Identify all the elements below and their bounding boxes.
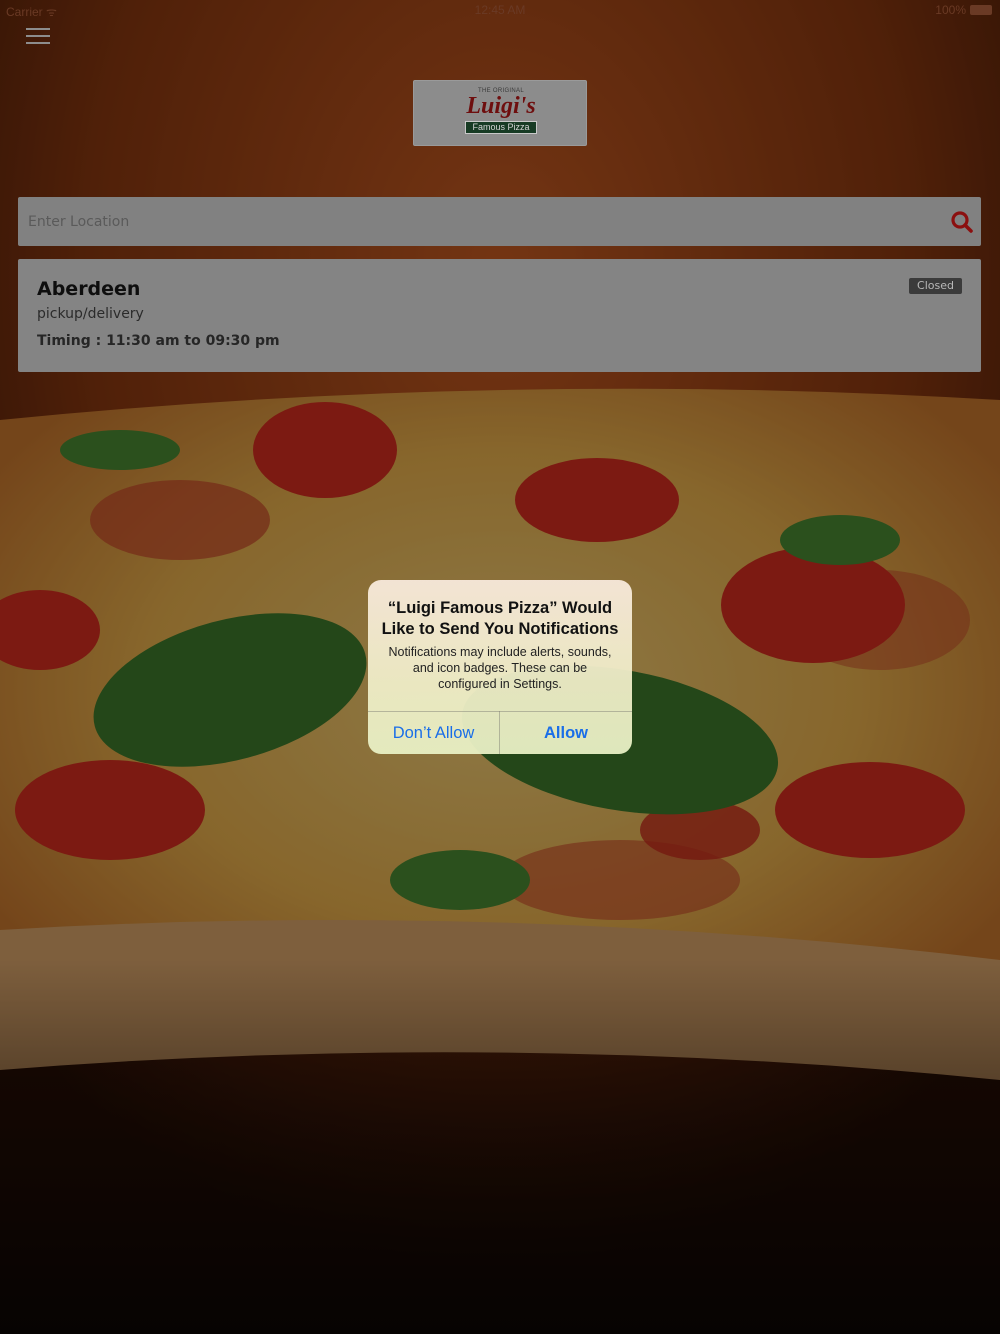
location-timing: Timing : 11:30 am to 09:30 pm xyxy=(37,333,280,349)
logo-tagline: Famous Pizza xyxy=(465,121,537,134)
dont-allow-button[interactable]: Don’t Allow xyxy=(368,712,499,754)
status-badge: Closed xyxy=(909,278,962,294)
battery-percent: 100% xyxy=(935,3,966,17)
location-search-bar xyxy=(18,197,981,246)
location-search-input[interactable] xyxy=(28,197,928,246)
status-bar: Carrier ᯤ 12:45 AM 100% xyxy=(0,0,1000,20)
hamburger-menu-icon[interactable] xyxy=(22,24,56,50)
location-service-type: pickup/delivery xyxy=(37,306,144,322)
location-card[interactable]: Aberdeen pickup/delivery Timing : 11:30 … xyxy=(18,259,981,372)
alert-title: “Luigi Famous Pizza” Would Like to Send … xyxy=(381,599,619,638)
alert-message: Notifications may include alerts, sounds… xyxy=(388,645,612,691)
notification-permission-alert: “Luigi Famous Pizza” Would Like to Send … xyxy=(368,580,632,754)
location-name: Aberdeen xyxy=(37,278,141,300)
logo-brand-text: Luigi's xyxy=(466,93,536,119)
battery-icon xyxy=(970,5,992,15)
allow-button[interactable]: Allow xyxy=(500,712,632,754)
search-icon[interactable] xyxy=(949,209,975,235)
clock: 12:45 AM xyxy=(474,3,526,17)
brand-logo: THE ORIGINAL Luigi's Famous Pizza xyxy=(413,80,587,146)
